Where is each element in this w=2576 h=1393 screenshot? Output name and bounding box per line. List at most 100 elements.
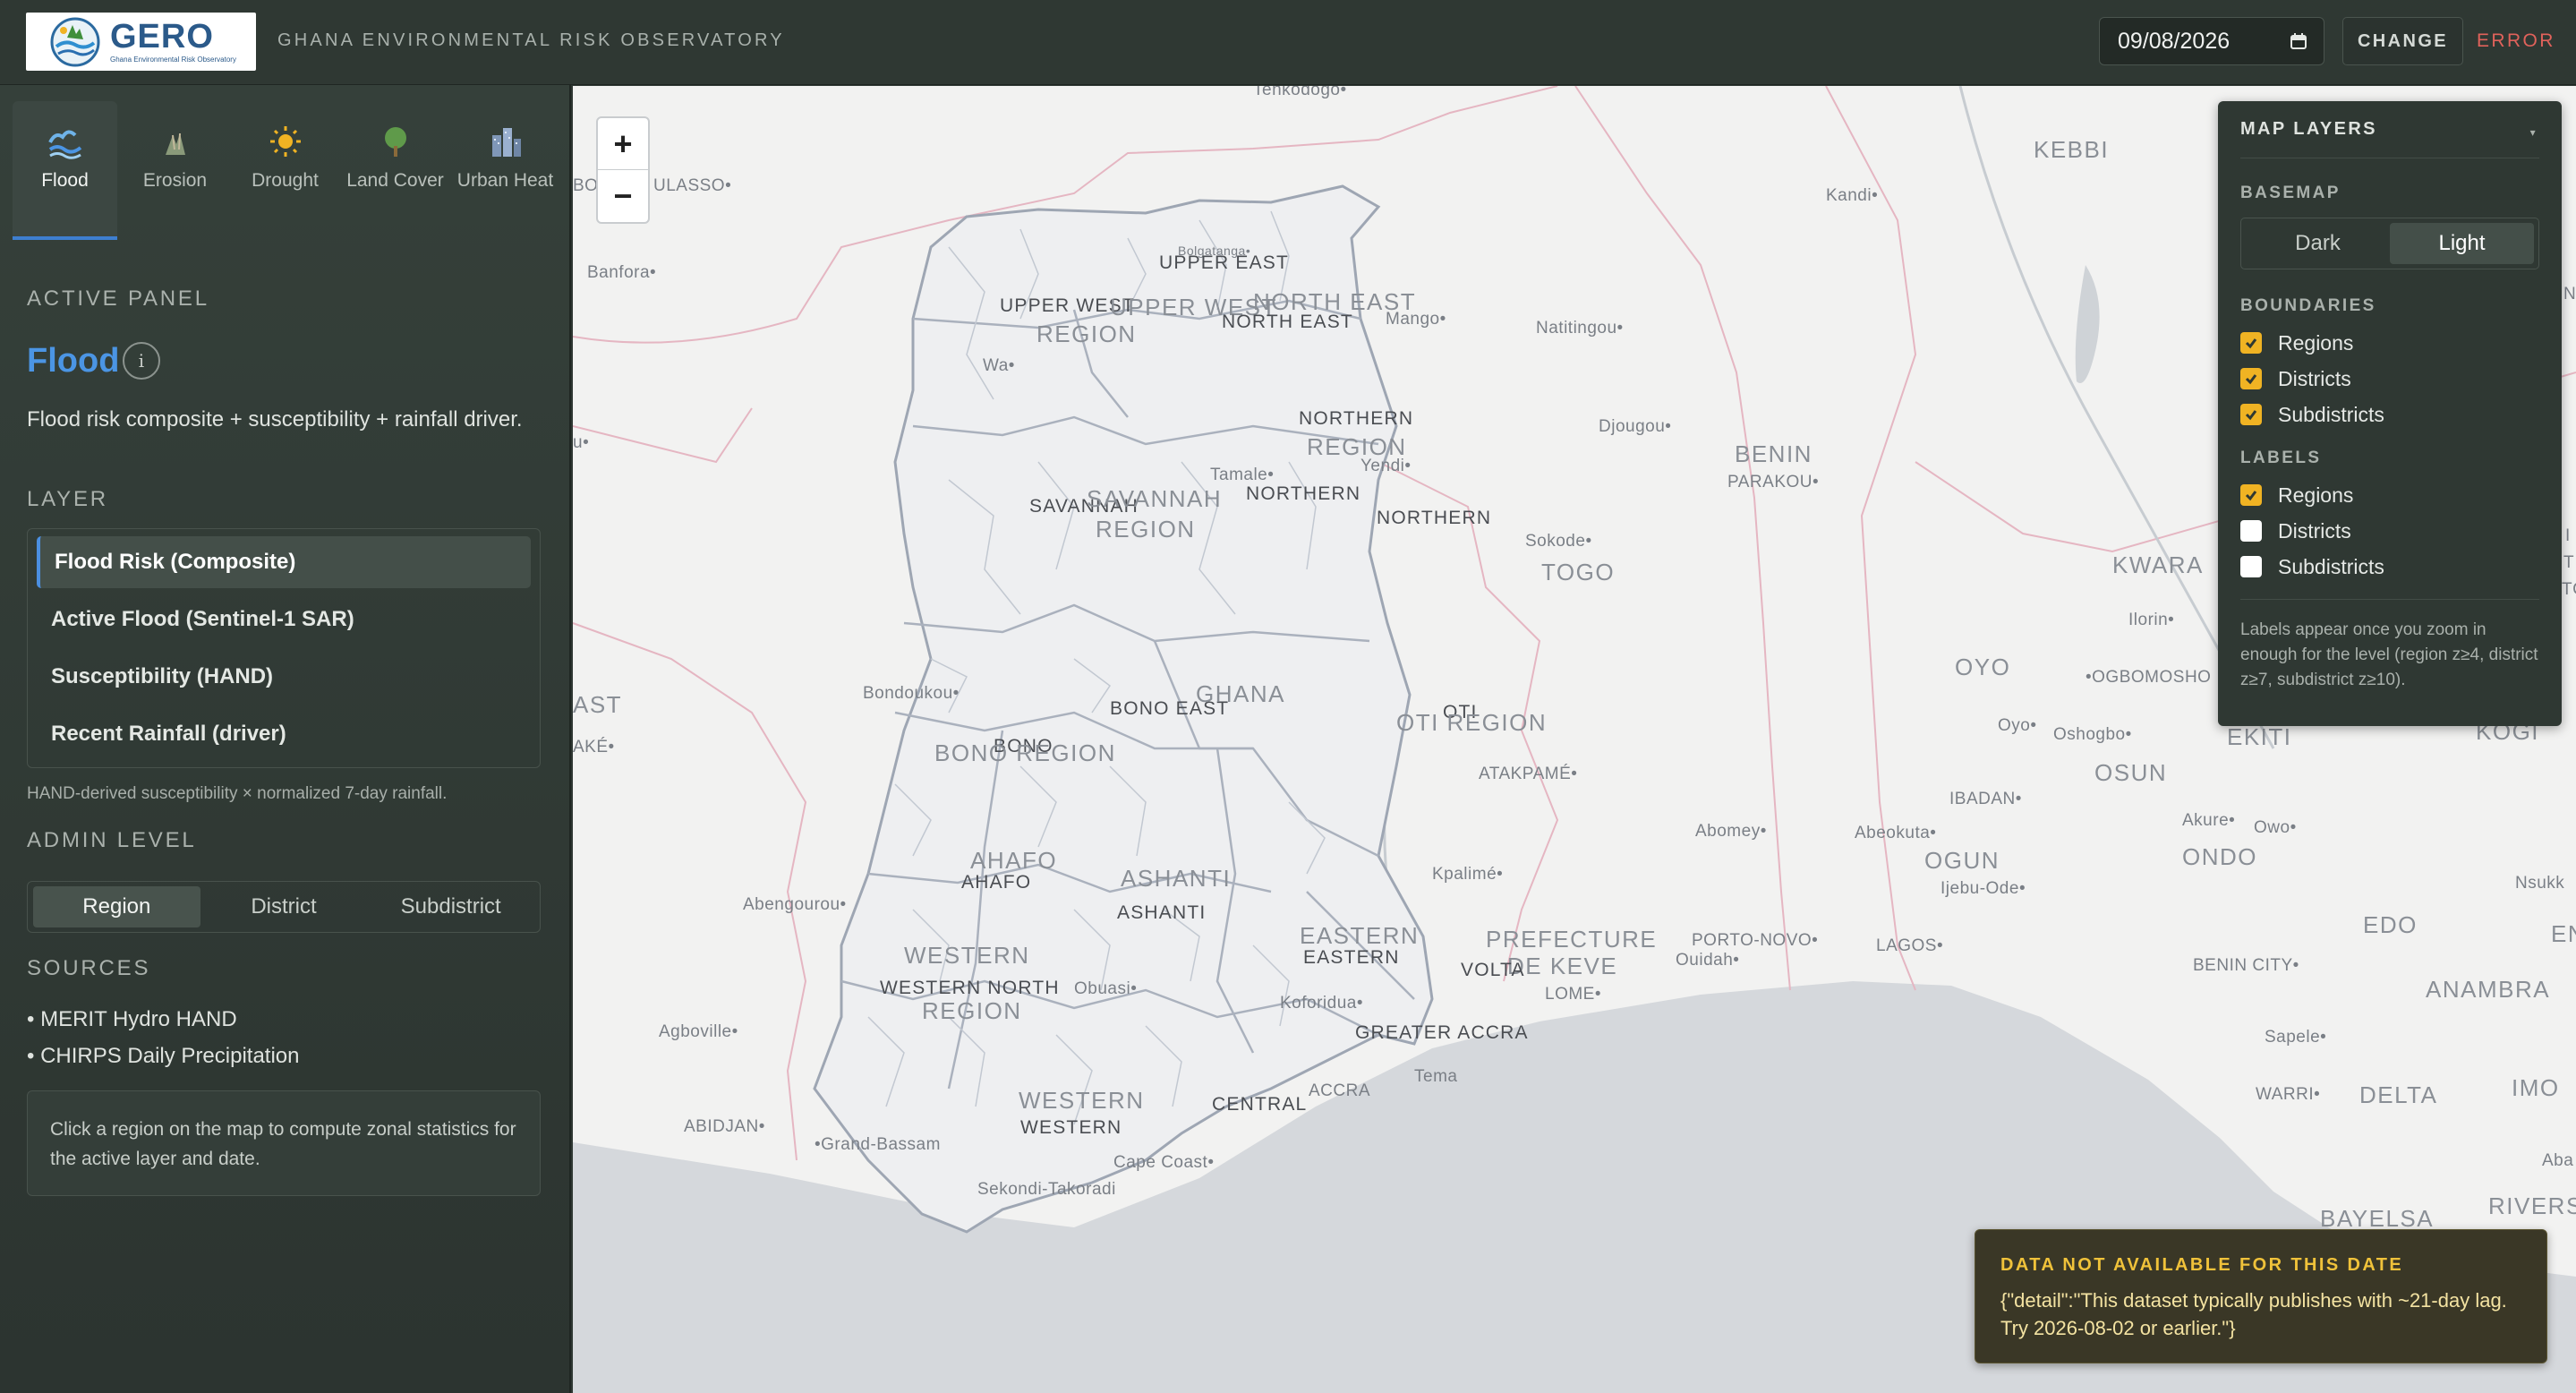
map-label: Yendi• (1361, 457, 1412, 475)
map-label: BO (573, 176, 599, 195)
source-item: • MERIT Hydro HAND (27, 1007, 237, 1031)
map-label: LAGOS• (1876, 936, 1944, 955)
zoom-in-button[interactable]: + (598, 118, 648, 170)
error-toast[interactable]: DATA NOT AVAILABLE FOR THIS DATE {"detai… (1975, 1229, 2547, 1363)
layer-item-rainfall[interactable]: Recent Rainfall (driver) (37, 708, 531, 760)
map-label: Akure• (2182, 811, 2236, 830)
checkbox-unchecked-icon[interactable] (2240, 556, 2262, 577)
map-label: REGION (1036, 320, 1137, 347)
admin-level-region[interactable]: Region (33, 886, 200, 927)
map-label: WESTERN (1020, 1117, 1122, 1138)
map-label: OYO (1955, 654, 2011, 680)
boundary-districts-toggle[interactable]: Districts (2240, 361, 2539, 397)
tab-drought[interactable]: Drought (233, 101, 337, 240)
map-label: EASTERN (1303, 947, 1400, 968)
top-bar: GERO Ghana Environmental Risk Observator… (0, 0, 2576, 85)
labels-section-label: LABELS (2240, 449, 2322, 467)
layer-section-label: LAYER (27, 487, 108, 511)
map-label: Mango• (1386, 310, 1446, 329)
map-label: AHAFO (961, 872, 1032, 893)
checkbox-checked-icon[interactable] (2240, 332, 2262, 354)
map-label: REGION (922, 997, 1022, 1024)
tab-label: Drought (252, 170, 319, 191)
boundaries-label: BOUNDARIES (2240, 296, 2376, 315)
checkbox-checked-icon[interactable] (2240, 368, 2262, 389)
layer-item-susceptibility[interactable]: Susceptibility (HAND) (37, 651, 531, 703)
map-label: RIVERS (2488, 1192, 2576, 1219)
map-label: Ilorin• (2128, 611, 2175, 629)
map-label: Kpalimé• (1432, 865, 1504, 884)
label-subdistricts-toggle[interactable]: Subdistricts (2240, 549, 2539, 585)
sources-list: • MERIT Hydro HAND • CHIRPS Daily Precip… (27, 1001, 300, 1074)
map-label: DELTA (2359, 1081, 2438, 1108)
map-layers-title: MAP LAYERS (2240, 119, 2377, 139)
admin-level-district[interactable]: District (200, 886, 368, 927)
map-label: IBADAN• (1949, 790, 2022, 808)
map-label: Banfora• (587, 263, 657, 282)
map-label: CENTRAL (1212, 1094, 1308, 1115)
map-layers-header[interactable]: MAP LAYERS ▾ (2240, 101, 2539, 158)
sun-icon (269, 126, 301, 157)
boundary-subdistricts-toggle[interactable]: Subdistricts (2240, 397, 2539, 432)
checkbox-checked-icon[interactable] (2240, 404, 2262, 425)
admin-level-subdistrict[interactable]: Subdistrict (367, 886, 534, 927)
calendar-icon[interactable] (2290, 32, 2307, 50)
map-label: T (2563, 553, 2575, 572)
tab-erosion[interactable]: Erosion (123, 101, 227, 240)
map-label: u• (573, 433, 590, 452)
module-tabs: Flood Erosion Drought Land Cover Urban H… (13, 101, 563, 240)
info-button[interactable]: i (123, 342, 160, 380)
map-label: AST (573, 691, 623, 718)
map-label: OGUN (1924, 847, 2000, 874)
change-date-button[interactable]: CHANGE (2342, 17, 2463, 65)
map-label: KWARA (2112, 551, 2204, 578)
map-label: VOLTA (1461, 960, 1525, 980)
tab-flood[interactable]: Flood (13, 101, 117, 240)
sidebar: Flood Erosion Drought Land Cover Urban H… (0, 85, 571, 1393)
logo-subtitle: Ghana Environmental Risk Observatory (110, 56, 236, 64)
layer-note: HAND-derived susceptibility × normalized… (27, 784, 448, 803)
logo-title: GERO (110, 18, 214, 56)
collapse-caret-icon[interactable]: ▾ (2530, 126, 2538, 139)
layer-item-flood-risk[interactable]: Flood Risk (Composite) (37, 536, 531, 588)
map-label: IMO (2512, 1074, 2560, 1101)
tab-label: Urban Heat (456, 170, 554, 191)
checkbox-unchecked-icon[interactable] (2240, 520, 2262, 542)
map-label: EASTERN (1300, 922, 1420, 949)
map-label: Djougou• (1599, 417, 1672, 436)
tab-urban-heat[interactable]: Urban Heat (453, 101, 558, 240)
map-label: BONO REGION (934, 739, 1116, 766)
tab-land-cover[interactable]: Land Cover (343, 101, 448, 240)
map-label: Nsukk (2515, 874, 2565, 893)
map-label: BENIN (1735, 440, 1813, 467)
toast-title: DATA NOT AVAILABLE FOR THIS DATE (2000, 1255, 2404, 1275)
zoom-out-button[interactable]: − (598, 170, 648, 222)
date-input[interactable]: 09/08/2026 (2099, 17, 2324, 65)
map-label: Agboville• (659, 1022, 738, 1041)
map-label: OSUN (2094, 759, 2168, 786)
date-value: 09/08/2026 (2118, 28, 2231, 54)
label-regions-toggle[interactable]: Regions (2240, 477, 2539, 513)
erosion-icon (165, 132, 185, 155)
zoom-control: + − (596, 116, 650, 224)
map-label: PORTO-NOVO• (1692, 931, 1819, 950)
map-label: WESTERN (904, 942, 1030, 969)
app-logo[interactable]: GERO Ghana Environmental Risk Observator… (26, 13, 256, 71)
map-label: Ouidah• (1676, 951, 1740, 970)
map-layers-panel: MAP LAYERS ▾ BASEMAP Dark Light BOUNDARI… (2218, 101, 2562, 726)
label-districts-toggle[interactable]: Districts (2240, 513, 2539, 549)
map-label: LOME• (1545, 985, 1601, 1004)
map-label: Tamale• (1210, 466, 1275, 484)
map-label: Sokode• (1525, 532, 1592, 551)
basemap-dark[interactable]: Dark (2246, 223, 2390, 264)
map-label: ABIDJAN• (684, 1117, 765, 1136)
map-label: NORTHERN (1377, 508, 1492, 528)
checkbox-checked-icon[interactable] (2240, 484, 2262, 506)
layer-item-active-flood[interactable]: Active Flood (Sentinel-1 SAR) (37, 594, 531, 645)
checkbox-label: Subdistricts (2278, 554, 2384, 578)
basemap-light[interactable]: Light (2390, 223, 2534, 264)
boundary-regions-toggle[interactable]: Regions (2240, 325, 2539, 361)
tab-label: Erosion (142, 170, 208, 191)
map-label: GREATER ACCRA (1355, 1022, 1529, 1043)
map-label: ONDO (2182, 843, 2257, 870)
